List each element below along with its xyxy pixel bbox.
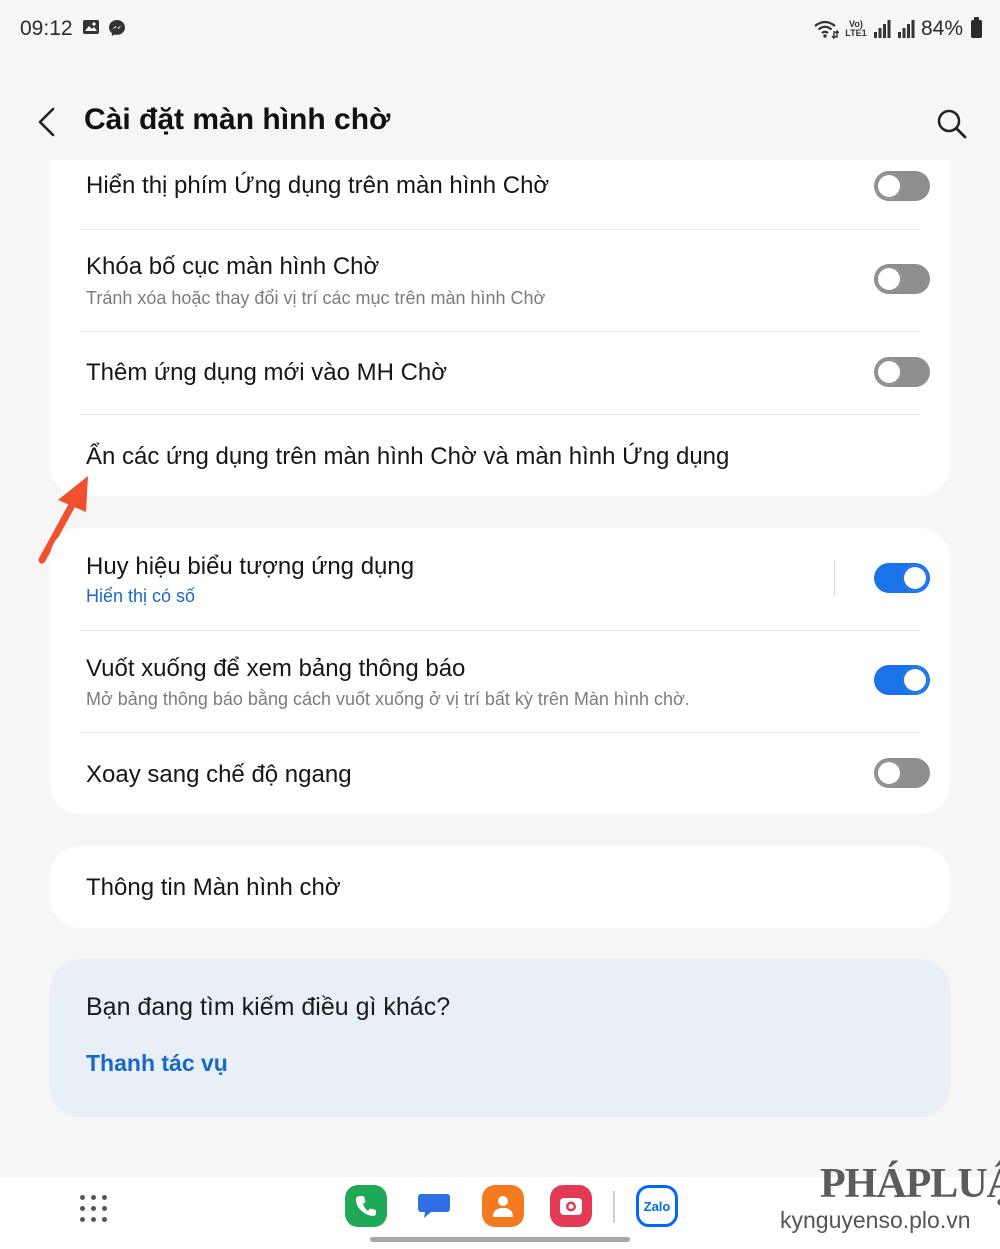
toggle-switch[interactable] [874, 758, 930, 788]
search-button[interactable] [932, 104, 972, 144]
page-title: Cài đặt màn hình chờ [84, 103, 391, 136]
signal-icon [873, 20, 891, 38]
dot [91, 1195, 96, 1200]
status-bar: 09:12 Vo) LTE1 84% [0, 0, 1000, 50]
wifi-icon [814, 20, 839, 39]
notification-icons [82, 19, 126, 37]
setting-rotate-landscape[interactable]: Xoay sang chế độ ngang [80, 733, 930, 814]
setting-title: Huy hiệu biểu tượng ứng dụng [86, 553, 415, 580]
battery-percent: 84% [920, 17, 963, 40]
setting-title: Hiển thị phím Ứng dụng trên màn hình Chờ [86, 172, 550, 199]
toggle-switch[interactable] [874, 665, 930, 695]
setting-subtitle: Hiển thị có số [86, 586, 196, 606]
toggle-switch[interactable] [874, 563, 930, 593]
setting-app-icon-badges[interactable]: Huy hiệu biểu tượng ứng dụng Hiển thị có… [80, 528, 930, 630]
setting-title: Khóa bố cục màn hình Chờ [86, 253, 380, 280]
apps-grid-button[interactable] [80, 1195, 108, 1223]
vertical-divider [834, 561, 835, 595]
setting-hide-apps[interactable]: Ẩn các ứng dụng trên màn hình Chờ và màn… [80, 415, 920, 496]
setting-title: Ẩn các ứng dụng trên màn hình Chờ và màn… [86, 443, 730, 470]
dot [80, 1195, 85, 1200]
volte-icon: Vo) LTE1 [845, 19, 867, 38]
setting-add-new-apps[interactable]: Thêm ứng dụng mới vào MH Chờ [80, 332, 930, 414]
dot [102, 1195, 107, 1200]
person-icon [493, 1196, 513, 1217]
setting-title: Thêm ứng dụng mới vào MH Chờ [86, 359, 448, 386]
settings-group-home-layout: Hiển thị phím Ứng dụng trên màn hình Chờ… [50, 160, 950, 496]
toggle-switch[interactable] [874, 264, 930, 294]
dot [102, 1217, 107, 1222]
setting-subtitle: Tránh xóa hoặc thay đổi vị trí các mục t… [86, 288, 546, 308]
phone-app-icon[interactable] [345, 1185, 387, 1227]
camera-app-icon[interactable] [550, 1185, 592, 1227]
settings-group-behavior: Huy hiệu biểu tượng ứng dụng Hiển thị có… [50, 528, 950, 814]
dot [80, 1217, 85, 1222]
dot [91, 1217, 96, 1222]
app-bar: Cài đặt màn hình chờ [0, 90, 1000, 156]
setting-title: Thông tin Màn hình chờ [86, 874, 341, 901]
settings-group-about: Thông tin Màn hình chờ [50, 846, 950, 928]
setting-lock-home-layout[interactable]: Khóa bố cục màn hình Chờ Tránh xóa hoặc … [80, 230, 930, 331]
chat-bubble-icon [418, 1194, 450, 1218]
phone-handset-icon [356, 1196, 376, 1216]
signal-icon [897, 20, 915, 38]
messenger-icon [109, 20, 125, 36]
setting-subtitle: Mở bảng thông báo bằng cách vuốt xuống ở… [86, 689, 690, 709]
watermark-brand: PHÁPLUẬT [820, 1161, 1000, 1207]
toggle-switch[interactable] [874, 357, 930, 387]
dot [91, 1206, 96, 1211]
setting-swipe-down-notifications[interactable]: Vuốt xuống để xem bảng thông báo Mở bảng… [80, 631, 930, 732]
setting-about-home-screen[interactable]: Thông tin Màn hình chờ [80, 846, 920, 928]
search-icon [937, 109, 967, 139]
battery-icon [971, 17, 982, 38]
dock-divider [613, 1191, 615, 1223]
zalo-label: Zalo [643, 1198, 671, 1214]
suggestion-link-taskbar[interactable]: Thanh tác vụ [86, 1050, 228, 1077]
watermark-site: kynguyenso.plo.vn [780, 1207, 971, 1233]
gallery-icon [83, 20, 99, 34]
setting-title: Xoay sang chế độ ngang [86, 761, 352, 788]
status-time: 09:12 [20, 17, 73, 40]
setting-title: Vuốt xuống để xem bảng thông báo [86, 655, 466, 682]
status-right: Vo) LTE1 84% [813, 17, 982, 41]
toggle-switch[interactable] [874, 171, 930, 201]
dot [102, 1206, 107, 1211]
setting-show-apps-button[interactable]: Hiển thị phím Ứng dụng trên màn hình Chờ [80, 160, 930, 229]
home-indicator[interactable] [370, 1237, 630, 1242]
zalo-app-icon[interactable]: Zalo [636, 1185, 678, 1227]
suggestion-title: Bạn đang tìm kiếm điều gì khác? [86, 993, 451, 1021]
suggestion-card: Bạn đang tìm kiếm điều gì khác? Thanh tá… [50, 959, 950, 1117]
messages-app-icon[interactable] [413, 1185, 455, 1227]
dot [80, 1206, 85, 1211]
camera-icon [560, 1198, 582, 1215]
back-button[interactable] [28, 102, 68, 142]
contacts-app-icon[interactable] [482, 1185, 524, 1227]
chevron-left-icon [38, 107, 55, 137]
